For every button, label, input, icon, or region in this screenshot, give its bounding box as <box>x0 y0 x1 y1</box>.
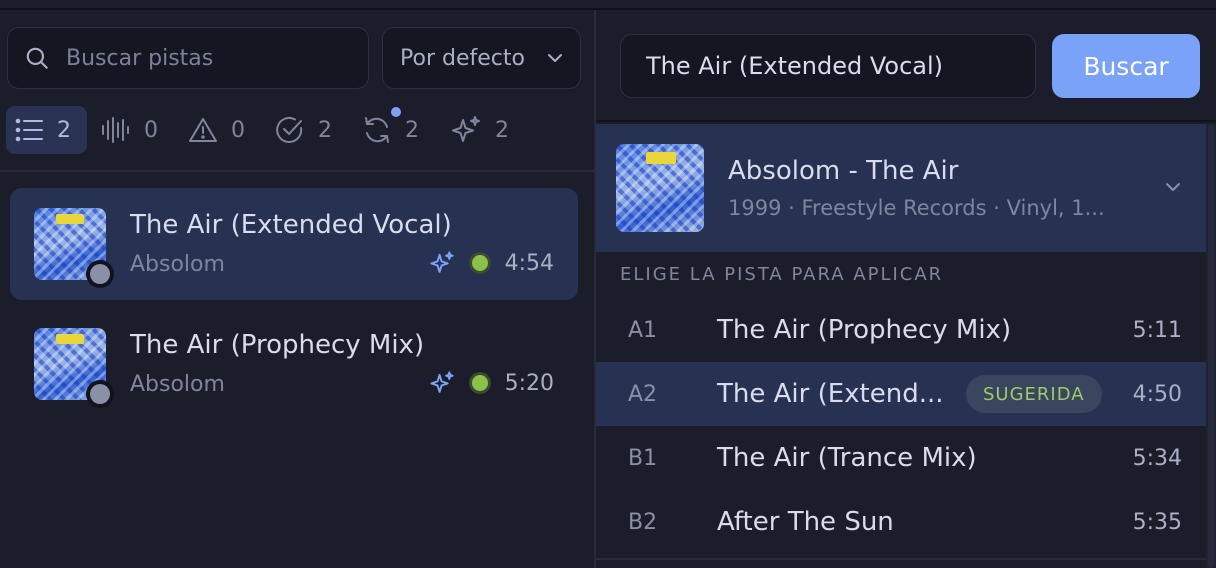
track-position: B1 <box>628 445 658 471</box>
track-artist: Absolom <box>130 252 225 277</box>
match-status-dot <box>468 372 491 394</box>
track-search-box[interactable] <box>7 27 369 89</box>
suggested-badge: SUGERIDA <box>966 375 1102 413</box>
notification-dot <box>391 107 401 117</box>
track-duration: 5:35 <box>1132 509 1182 535</box>
divider <box>0 170 594 172</box>
filter-count: 2 <box>318 117 332 143</box>
track-title: The Air (Extended Vocal) <box>130 210 452 240</box>
scrollbar[interactable] <box>1206 124 1216 568</box>
release-track-row[interactable]: A1 The Air (Prophecy Mix) 5:11 <box>596 298 1206 362</box>
track-list-panel: Por defecto 2 0 0 2 2 <box>0 10 594 568</box>
track-duration: 4:54 <box>504 250 554 276</box>
track-name: After The Sun <box>717 507 894 537</box>
filter-count: 2 <box>405 117 419 143</box>
sparkles-icon <box>430 251 454 273</box>
chevron-down-icon <box>548 54 562 62</box>
divider <box>596 120 1216 122</box>
track-meta: 4:54 <box>429 250 554 276</box>
list-icon <box>15 118 43 142</box>
release-track-row[interactable]: B1 The Air (Trance Mix) 5:34 <box>596 426 1206 490</box>
sparkles-icon <box>452 116 480 142</box>
scrollbar-thumb[interactable] <box>1208 124 1214 568</box>
sort-select-value: Por defecto <box>400 45 525 71</box>
filter-suggested[interactable]: 2 <box>450 106 509 154</box>
track-item-selected[interactable]: The Air (Extended Vocal) Absolom 4:54 <box>10 188 578 300</box>
section-label: ELIGE LA PISTA PARA APLICAR <box>620 264 944 285</box>
track-name: The Air (Prophecy Mix) <box>717 315 1012 345</box>
status-indicator <box>86 380 114 408</box>
refresh-icon <box>365 117 389 143</box>
check-circle-icon <box>276 116 303 143</box>
track-meta: 5:20 <box>429 370 554 396</box>
filter-warnings[interactable]: 0 <box>188 106 245 154</box>
filter-bar: 2 0 0 2 2 2 <box>6 106 566 154</box>
release-search-panel: Buscar Absolom - The Air 1999 · Freestyl… <box>596 10 1216 568</box>
track-duration: 5:11 <box>1132 317 1182 343</box>
track-duration: 5:34 <box>1132 445 1182 471</box>
track-duration: 5:20 <box>504 370 554 396</box>
track-title: The Air (Prophecy Mix) <box>130 330 425 360</box>
track-position: A1 <box>628 317 658 343</box>
track-name: The Air (Extend... <box>717 379 944 409</box>
release-cover <box>616 144 704 232</box>
track-item[interactable]: The Air (Prophecy Mix) Absolom 5:20 <box>10 308 578 420</box>
track-name: The Air (Trance Mix) <box>717 443 977 473</box>
warning-icon <box>189 118 217 142</box>
app-window: Por defecto 2 0 0 2 2 <box>0 0 1216 568</box>
track-search-input[interactable] <box>64 44 344 72</box>
filter-count: 2 <box>57 117 71 143</box>
filter-audio[interactable]: 0 <box>101 106 158 154</box>
divider <box>596 558 1206 560</box>
match-status-dot <box>468 252 491 274</box>
filter-count: 2 <box>495 117 509 143</box>
waveform-icon <box>102 117 129 143</box>
release-track-row-suggested[interactable]: A2 The Air (Extend... SUGERIDA 4:50 <box>596 362 1206 426</box>
filter-count: 0 <box>144 117 158 143</box>
track-artist: Absolom <box>130 372 225 397</box>
release-search-input[interactable] <box>620 34 1036 98</box>
release-track-row[interactable]: B2 After The Sun 5:35 <box>596 490 1206 554</box>
track-position: A2 <box>628 381 658 407</box>
track-position: B2 <box>628 509 658 535</box>
sort-select[interactable]: Por defecto <box>382 27 581 89</box>
filter-count: 0 <box>231 117 245 143</box>
filter-all[interactable]: 2 <box>6 106 87 154</box>
status-indicator <box>86 260 114 288</box>
sparkles-icon <box>430 371 454 393</box>
search-icon <box>26 47 48 69</box>
release-result[interactable]: Absolom - The Air 1999 · Freestyle Recor… <box>596 124 1206 252</box>
search-button[interactable]: Buscar <box>1052 34 1200 98</box>
track-duration: 4:50 <box>1132 381 1182 407</box>
release-title: Absolom - The Air <box>728 156 959 186</box>
release-subtitle: 1999 · Freestyle Records · Vinyl, 1... <box>728 196 1105 220</box>
filter-done[interactable]: 2 <box>275 106 332 154</box>
chevron-down-icon[interactable] <box>1164 180 1182 194</box>
